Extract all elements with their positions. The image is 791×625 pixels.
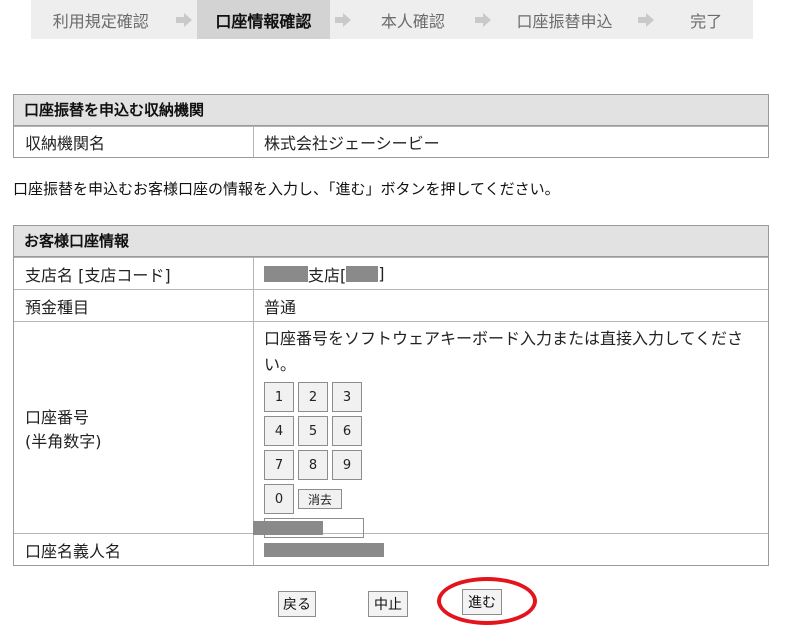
holder-name-row: 口座名義人名 [14,533,768,565]
branch-close-text: ] [378,264,385,283]
redacted-account-number [253,521,323,535]
step-arrow-icon [171,0,197,39]
key-3[interactable]: 3 [332,382,362,412]
account-number-label-sub: (半角数字) [25,431,102,451]
key-0[interactable]: 0 [264,484,294,514]
progress-steps: 利用規定確認 口座情報確認 本人確認 口座振替申込 完了 [31,0,753,39]
branch-suffix-text: 支店[ [308,265,347,285]
account-number-label-main: 口座番号 [25,407,90,427]
deposit-type-label: 預金種目 [14,290,254,321]
redacted-holder-name [264,542,384,557]
account-number-value: 口座番号をソフトウェアキーボード入力または直接入力してください。 1 2 3 4… [253,322,768,538]
institution-table: 口座振替を申込む収納機関 収納機関名 株式会社ジェーシービー [13,94,769,158]
branch-label: 支店名 [支店コード] [14,258,254,289]
institution-table-title: 口座振替を申込む収納機関 [14,95,768,126]
institution-name-row: 収納機関名 株式会社ジェーシービー [14,126,768,157]
account-table: お客様口座情報 支店名 [支店コード] 支店[] 預金種目 普通 口座番号 (半… [13,225,769,566]
key-clear-button[interactable]: 消去 [298,489,342,509]
branch-value: 支店[] [254,258,768,289]
institution-name-label: 収納機関名 [14,127,254,157]
back-button[interactable]: 戻る [278,591,316,617]
key-7[interactable]: 7 [264,450,294,480]
key-8[interactable]: 8 [298,450,328,480]
step-arrow-icon [330,0,356,39]
deposit-type-row: 預金種目 普通 [14,289,768,321]
step-arrow-icon [633,0,659,39]
step-complete: 完了 [690,11,723,31]
account-number-hint: 口座番号をソフトウェアキーボード入力または直接入力してください。 [264,329,744,374]
instruction-text: 口座振替を申込むお客様口座の情報を入力し、「進む」ボタンを押してください。 [13,180,560,198]
step-arrow-icon [470,0,496,39]
holder-name-value [254,534,768,565]
step-identity: 本人確認 [380,11,445,31]
step-terms: 利用規定確認 [52,11,149,31]
account-table-title: お客様口座情報 [14,226,768,257]
step-account-info: 口座情報確認 [196,0,331,39]
redacted-branch-code [346,265,379,282]
branch-row: 支店名 [支店コード] 支店[] [14,257,768,289]
account-number-row: 口座番号 (半角数字) 口座番号をソフトウェアキーボード入力または直接入力してく… [14,321,768,538]
redacted-branch-name [264,265,308,282]
key-6[interactable]: 6 [332,416,362,446]
key-9[interactable]: 9 [332,450,362,480]
key-1[interactable]: 1 [264,382,294,412]
software-keypad: 1 2 3 4 5 6 7 8 9 0 消去 [264,382,756,514]
cancel-button[interactable]: 中止 [368,591,408,617]
holder-name-label: 口座名義人名 [14,534,254,565]
institution-name-value: 株式会社ジェーシービー [264,134,440,153]
account-number-input[interactable] [253,518,364,538]
highlight-circle [437,577,537,625]
account-number-label: 口座番号 (半角数字) [14,322,254,533]
key-5[interactable]: 5 [298,416,328,446]
key-4[interactable]: 4 [264,416,294,446]
key-2[interactable]: 2 [298,382,328,412]
step-apply-transfer: 口座振替申込 [516,11,613,31]
deposit-type-value: 普通 [264,297,297,317]
